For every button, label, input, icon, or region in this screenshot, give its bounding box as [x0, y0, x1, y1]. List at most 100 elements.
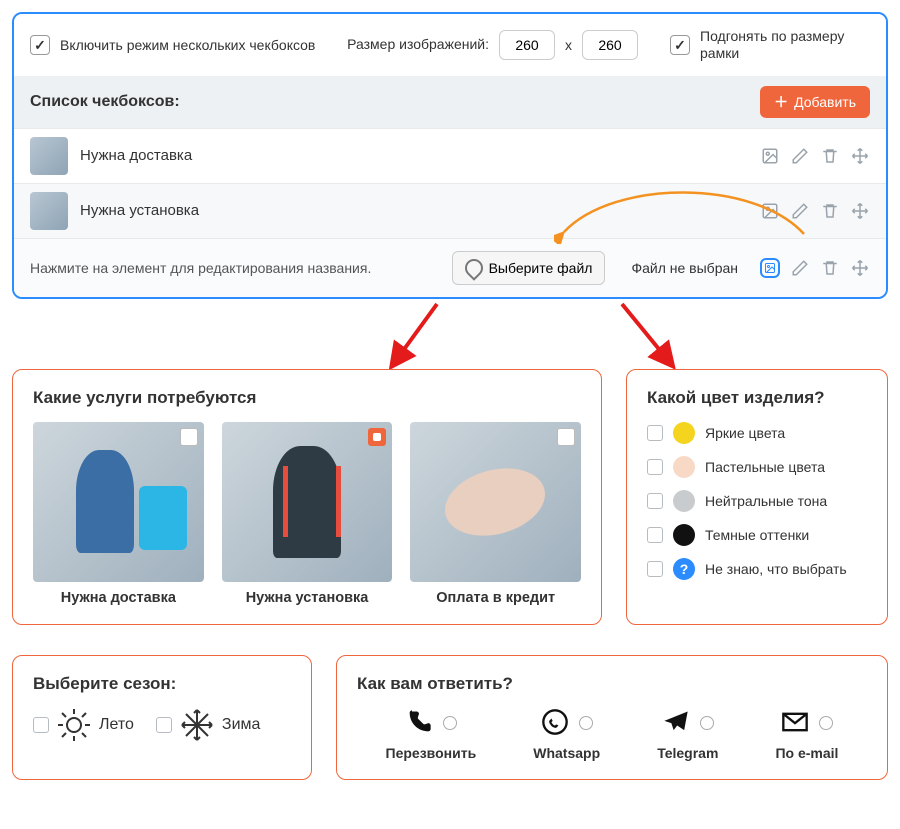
- color-label: Пастельные цвета: [705, 459, 825, 475]
- bottom-row: Выберите сезон: Лето Зима Как вам ответи…: [12, 655, 888, 780]
- snowflake-icon: [180, 708, 214, 742]
- service-card[interactable]: Нужна установка: [222, 422, 393, 606]
- reply-label: Whatsapp: [533, 745, 600, 761]
- settings-panel: Включить режим нескольких чекбоксов Разм…: [12, 12, 888, 299]
- whatsapp-icon: [541, 708, 569, 739]
- reply-radio[interactable]: [579, 716, 593, 730]
- color-option[interactable]: Яркие цвета: [647, 422, 867, 444]
- service-checkbox[interactable]: [557, 428, 575, 446]
- season-checkbox[interactable]: [156, 717, 172, 733]
- service-image: [410, 422, 581, 582]
- row-actions: [760, 146, 870, 166]
- reply-option-call[interactable]: Перезвонить: [386, 708, 477, 761]
- results-row: Какие услуги потребуются Нужна доставка …: [12, 369, 888, 625]
- reply-option-telegram[interactable]: Telegram: [657, 708, 718, 761]
- reply-radio[interactable]: [443, 716, 457, 730]
- season-option-summer[interactable]: Лето: [33, 708, 134, 742]
- telegram-icon: [662, 708, 690, 739]
- color-checkbox[interactable]: [647, 459, 663, 475]
- add-checkbox-button[interactable]: Добавить: [760, 86, 870, 118]
- file-status-text: Файл не выбран: [631, 260, 738, 276]
- image-width-input[interactable]: [499, 30, 555, 60]
- row-thumbnail: [30, 137, 68, 175]
- trash-icon[interactable]: [820, 201, 840, 221]
- service-caption: Нужна доставка: [33, 590, 204, 606]
- reply-radio[interactable]: [700, 716, 714, 730]
- reply-option-whatsapp[interactable]: Whatsapp: [533, 708, 600, 761]
- trash-icon[interactable]: [820, 146, 840, 166]
- image-height-input[interactable]: [582, 30, 638, 60]
- service-image: [33, 422, 204, 582]
- checkbox-list-title: Список чекбоксов:: [30, 93, 180, 111]
- color-checkbox[interactable]: [647, 561, 663, 577]
- color-swatch-icon: [673, 524, 695, 546]
- image-icon[interactable]: [760, 258, 780, 278]
- trash-icon[interactable]: [820, 258, 840, 278]
- service-checkbox[interactable]: [368, 428, 386, 446]
- help-icon: ?: [673, 558, 695, 580]
- enable-multi-checkbox[interactable]: [30, 35, 50, 55]
- colors-title: Какой цвет изделия?: [647, 388, 867, 408]
- row-title[interactable]: Нужна установка: [80, 202, 748, 219]
- color-swatch-icon: [673, 422, 695, 444]
- add-checkbox-label: Добавить: [794, 94, 856, 110]
- color-checkbox[interactable]: [647, 493, 663, 509]
- settings-top-row: Включить режим нескольких чекбоксов Разм…: [14, 14, 886, 76]
- service-image: [222, 422, 393, 582]
- enable-multi-label: Включить режим нескольких чекбоксов: [60, 37, 315, 53]
- edit-hint-text: Нажмите на элемент для редактирования на…: [30, 260, 440, 276]
- choose-file-label: Выберите файл: [489, 260, 593, 276]
- colors-panel: Какой цвет изделия? Яркие цвета Пастельн…: [626, 369, 888, 625]
- color-list: Яркие цвета Пастельные цвета Нейтральные…: [647, 422, 867, 580]
- service-checkbox[interactable]: [180, 428, 198, 446]
- move-icon[interactable]: [850, 201, 870, 221]
- reply-options: Перезвонить Whatsapp Telegram: [357, 708, 867, 761]
- reply-label: Перезвонить: [386, 745, 477, 761]
- service-caption: Нужна установка: [222, 590, 393, 606]
- row-thumbnail: [30, 192, 68, 230]
- color-label: Яркие цвета: [705, 425, 785, 441]
- service-card[interactable]: Оплата в кредит: [410, 422, 581, 606]
- diagram-arrows: [12, 299, 888, 369]
- color-option[interactable]: Нейтральные тона: [647, 490, 867, 512]
- red-arrow-left-icon: [382, 299, 452, 369]
- reply-option-email[interactable]: По e-mail: [775, 708, 838, 761]
- season-panel: Выберите сезон: Лето Зима: [12, 655, 312, 780]
- fit-frame-checkbox[interactable]: [670, 35, 690, 55]
- pencil-icon[interactable]: [790, 201, 810, 221]
- enable-multi-checkbox-wrap[interactable]: Включить режим нескольких чекбоксов: [30, 35, 315, 55]
- checkbox-row-editing[interactable]: Нажмите на элемент для редактирования на…: [14, 238, 886, 297]
- color-checkbox[interactable]: [647, 425, 663, 441]
- color-checkbox[interactable]: [647, 527, 663, 543]
- services-panel: Какие услуги потребуются Нужна доставка …: [12, 369, 602, 625]
- season-checkbox[interactable]: [33, 717, 49, 733]
- reply-label: По e-mail: [775, 745, 838, 761]
- season-title: Выберите сезон:: [33, 674, 291, 694]
- sun-icon: [57, 708, 91, 742]
- phone-icon: [405, 708, 433, 739]
- pencil-icon[interactable]: [790, 146, 810, 166]
- checkbox-row[interactable]: Нужна доставка: [14, 128, 886, 183]
- row-title[interactable]: Нужна доставка: [80, 147, 748, 164]
- pencil-icon[interactable]: [790, 258, 810, 278]
- color-option[interactable]: Пастельные цвета: [647, 456, 867, 478]
- fit-frame-wrap[interactable]: Подгонять по размеру рамки: [670, 28, 870, 62]
- color-label: Нейтральные тона: [705, 493, 827, 509]
- season-option-winter[interactable]: Зима: [156, 708, 261, 742]
- image-icon[interactable]: [760, 146, 780, 166]
- move-icon[interactable]: [850, 146, 870, 166]
- service-card[interactable]: Нужна доставка: [33, 422, 204, 606]
- choose-file-button[interactable]: Выберите файл: [452, 251, 606, 285]
- image-icon[interactable]: [760, 201, 780, 221]
- color-option[interactable]: ? Не знаю, что выбрать: [647, 558, 867, 580]
- season-winter-label: Зима: [222, 716, 261, 734]
- image-size-label: Размер изображений:: [347, 36, 489, 53]
- season-summer-label: Лето: [99, 716, 134, 734]
- row-actions: [760, 201, 870, 221]
- color-swatch-icon: [673, 490, 695, 512]
- reply-radio[interactable]: [819, 716, 833, 730]
- move-icon[interactable]: [850, 258, 870, 278]
- color-option[interactable]: Темные оттенки: [647, 524, 867, 546]
- checkbox-row[interactable]: Нужна установка: [14, 183, 886, 238]
- row-actions: [760, 258, 870, 278]
